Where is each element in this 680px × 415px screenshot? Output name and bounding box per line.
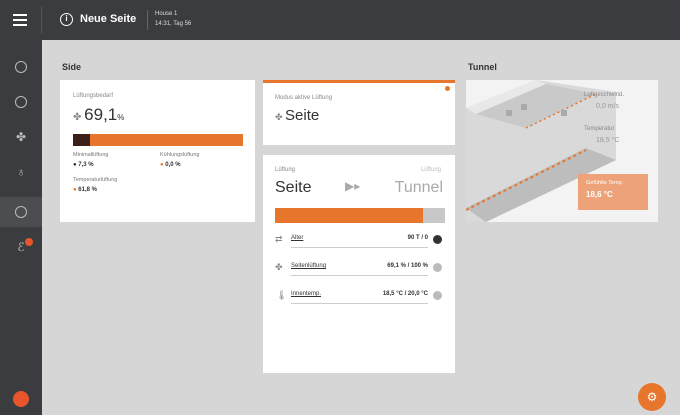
transition-to: Tunnel	[394, 179, 443, 196]
condition-value-temp: 18,5 °C / 20,0 °C	[382, 291, 428, 297]
ventilation-need-bar	[73, 134, 243, 146]
topbar-divider	[41, 6, 42, 34]
thermometer-icon: ♁	[16, 165, 26, 179]
fan-icon: ✤	[73, 112, 85, 123]
condition-label-age: Alter	[291, 235, 304, 241]
climate-icon	[15, 96, 27, 108]
condition-value-age: 90 T / 0	[407, 235, 428, 241]
minimum-label: Minimallüftung	[73, 152, 109, 158]
fan-icon: ✤	[15, 130, 27, 144]
ventilation-need-label: Lüftungsbedarf	[73, 93, 114, 99]
title-separator	[147, 10, 148, 30]
ventilation-need-value: 69,1	[84, 105, 118, 124]
cooling-value: 0,0 %	[165, 162, 181, 168]
temperature-value: 61,8 %	[78, 187, 97, 193]
mode-card: Modus aktive Lüftung ✤ Seite	[263, 83, 455, 145]
menu-icon[interactable]	[10, 10, 30, 30]
mode-value: Seite	[285, 107, 320, 124]
felt-temp-label: Gefühlte Temp.	[586, 180, 624, 186]
page-title: Neue Seite	[80, 13, 137, 25]
sidebar-item-alarms[interactable]: ℰ	[0, 232, 42, 262]
cooling-value-row: ● 0,0 %	[160, 162, 181, 168]
info-icon[interactable]: i	[60, 13, 73, 26]
minimum-value-row: ● 7,3 %	[73, 162, 94, 168]
minimum-value: 7,3 %	[78, 162, 94, 168]
ventilation-need-card: Lüftungsbedarf ✤ 69,1% Minimallüftung ● …	[60, 80, 255, 222]
ventilation-need-value-row: ✤ 69,1%	[73, 105, 124, 125]
condition-label-side: Seitenlüftung	[291, 263, 327, 269]
gauge-icon	[15, 61, 27, 73]
temperature-label: Temperaturlüftung	[73, 177, 118, 183]
alarm-icon: ℰ	[17, 240, 25, 254]
transition-left-caption: Lüftung	[275, 167, 296, 173]
felt-temp-value: 18,6 °C	[586, 190, 613, 199]
date-time: 14:31, Tag 56	[155, 21, 192, 27]
settings-fab[interactable]: ⚙	[638, 383, 666, 411]
avatar[interactable]	[13, 391, 29, 407]
cooling-label: Kühlungslüftung	[160, 152, 200, 158]
mode-status-dot	[445, 86, 450, 91]
top-bar: i Neue Seite House 1 14:31, Tag 56	[0, 0, 680, 40]
transition-progress-fill	[275, 208, 423, 223]
condition-pending-icon	[433, 291, 442, 300]
transition-from: Seite	[275, 179, 312, 196]
airspeed-label: Luftgeschwind.	[584, 92, 625, 98]
airspeed-value: 0,0 m/s	[596, 103, 619, 110]
gear-icon: ⚙	[646, 390, 658, 404]
temperature-value-row: ● 61,8 %	[73, 187, 97, 193]
tunnel-temp-value: 18,5 °C	[596, 137, 620, 144]
mode-label: Modus aktive Lüftung	[275, 95, 333, 101]
clock-icon: ⇄	[275, 234, 283, 244]
condition-value-side: 69,1 % / 100 %	[387, 263, 428, 269]
alarm-badge	[25, 238, 33, 246]
arrow-right-icon: ▶▸	[345, 179, 361, 193]
thermometer-icon: 🌡	[276, 290, 288, 300]
sidebar-item-temperature[interactable]: ♁	[0, 157, 42, 187]
condition-divider	[291, 275, 428, 276]
condition-divider	[291, 303, 428, 304]
sidebar-item-fans[interactable]: ✤	[0, 122, 42, 152]
ventilation-need-unit: %	[117, 113, 125, 122]
section-tunnel-label: Tunnel	[468, 62, 497, 72]
sidebar-item-info[interactable]	[0, 197, 42, 227]
felt-temp-box: Gefühlte Temp. 18,6 °C	[578, 174, 648, 210]
fan-icon: ✤	[275, 112, 286, 122]
info-icon	[15, 206, 27, 218]
house-name: House 1	[155, 11, 178, 17]
mode-value-row: ✤ Seite	[275, 107, 319, 124]
condition-label-temp: Innentemp.	[291, 291, 322, 297]
condition-divider	[291, 247, 428, 248]
tunnel-temp-label: Temperatur	[584, 126, 615, 132]
transition-card: Lüftung Lüftung Seite ▶▸ Tunnel ⇄ Alter …	[263, 155, 455, 373]
fan-icon: ✤	[275, 262, 283, 272]
sidebar-item-climate[interactable]	[0, 87, 42, 117]
sidebar-item-dashboard[interactable]	[0, 52, 42, 82]
ventilation-need-minimum-fill	[73, 134, 90, 146]
condition-ok-icon	[433, 235, 442, 244]
condition-pending-icon	[433, 263, 442, 272]
tunnel-card: Luftgeschwind. 0,0 m/s Temperatur 18,5 °…	[466, 80, 658, 222]
sidebar: ✤ ♁ ℰ	[0, 40, 42, 415]
transition-right-caption: Lüftung	[420, 167, 441, 173]
section-side-label: Side	[62, 62, 82, 72]
